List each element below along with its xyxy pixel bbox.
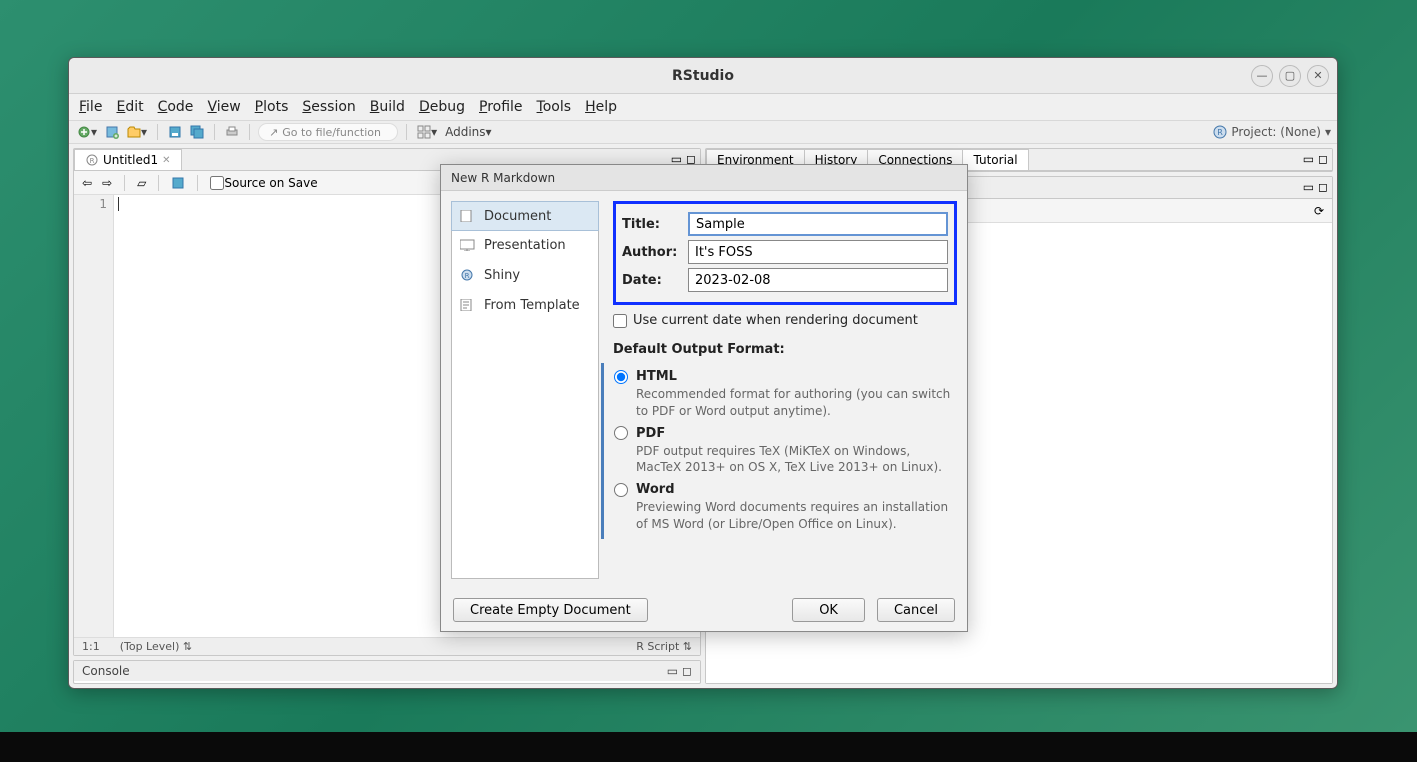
show-in-new-window-icon[interactable]: ▱ [135,174,148,192]
editor-status-bar: 1:1 (Top Level) ⇅ R Script ⇅ [74,637,700,655]
format-pdf-label: PDF [636,426,665,441]
shiny-icon: R [460,269,476,281]
menu-tools[interactable]: Tools [537,99,572,115]
document-icon [460,210,476,222]
save-icon[interactable] [166,123,184,141]
sidebar-item-template[interactable]: From Template [452,290,598,320]
template-icon [460,299,476,311]
new-file-icon[interactable]: ▾ [75,123,99,141]
format-html-label: HTML [636,369,677,384]
presentation-icon [460,239,476,251]
date-input[interactable] [688,268,948,292]
pane2-max-icon[interactable]: ◻ [1318,180,1328,194]
menu-session[interactable]: Session [302,99,355,115]
back-icon[interactable]: ⇦ [80,174,94,192]
new-project-icon[interactable] [103,123,121,141]
create-empty-button[interactable]: Create Empty Document [453,598,648,622]
dialog-title: New R Markdown [441,165,967,191]
title-input[interactable] [688,212,948,236]
format-pdf-radio[interactable] [614,426,628,440]
format-word-radio[interactable] [614,483,628,497]
menubar: File Edit Code View Plots Session Build … [69,94,1337,120]
r-project-icon: R [1213,125,1227,139]
format-html-radio[interactable] [614,370,628,384]
grid-icon[interactable]: ▾ [415,123,439,141]
sidebar-item-presentation[interactable]: Presentation [452,230,598,260]
format-word-desc: Previewing Word documents requires an in… [636,499,957,533]
file-type-indicator[interactable]: R Script ⇅ [636,640,692,653]
print-icon[interactable] [223,123,241,141]
use-current-date-checkbox[interactable] [613,314,627,328]
pane2-min-icon[interactable]: ▭ [1303,180,1314,194]
console-max-icon[interactable]: ◻ [682,664,692,678]
menu-plots[interactable]: Plots [255,99,289,115]
project-label: Project: (None) [1231,125,1321,139]
r-file-icon: R [85,153,99,167]
format-word-label: Word [636,482,675,497]
goto-placeholder: Go to file/function [282,126,381,139]
refresh-icon[interactable]: ⟳ [1312,202,1326,220]
scope-indicator[interactable]: (Top Level) ⇅ [120,640,192,653]
cancel-button[interactable]: Cancel [877,598,955,622]
sidebar-item-document[interactable]: Document [451,201,599,231]
cursor-position: 1:1 [82,640,100,653]
author-input[interactable] [688,240,948,264]
goto-file-input[interactable]: ↗ Go to file/function [258,123,398,141]
menu-file[interactable]: File [79,99,102,115]
menu-help[interactable]: Help [585,99,617,115]
maximize-button[interactable]: ▢ [1279,65,1301,87]
editor-tab[interactable]: R Untitled1 ✕ [74,149,182,170]
forward-icon[interactable]: ⇨ [100,174,114,192]
format-html-desc: Recommended format for authoring (you ca… [636,386,957,420]
svg-text:R: R [1218,128,1224,137]
dialog-sidebar: Document Presentation R Shiny From Templ… [451,201,599,579]
close-tab-icon[interactable]: ✕ [162,155,170,166]
menu-debug[interactable]: Debug [419,99,465,115]
pane-min-icon[interactable]: ▭ [1303,152,1314,166]
menu-build[interactable]: Build [370,99,405,115]
menu-code[interactable]: Code [158,99,194,115]
close-button[interactable]: ✕ [1307,65,1329,87]
use-current-date-label: Use current date when rendering document [633,313,918,328]
main-toolbar: ▾ ▾ ↗ Go to file/function ▾ Addins ▾ R P… [69,120,1337,144]
minimize-button[interactable]: — [1251,65,1273,87]
source-on-save-checkbox[interactable]: Source on Save [208,174,319,192]
titlebar: RStudio — ▢ ✕ [69,58,1337,94]
project-selector[interactable]: R Project: (None) ▾ [1213,125,1331,139]
console-tab[interactable]: Console [82,664,130,678]
highlighted-fields-box: Title: Author: Date: [613,201,957,305]
menu-profile[interactable]: Profile [479,99,523,115]
line-gutter: 1 [74,195,114,637]
format-pdf-desc: PDF output requires TeX (MiKTeX on Windo… [636,443,957,477]
save-doc-icon[interactable] [169,174,187,192]
menu-edit[interactable]: Edit [116,99,143,115]
addins-dropdown[interactable]: Addins ▾ [443,123,493,141]
save-all-icon[interactable] [188,123,206,141]
console-min-icon[interactable]: ▭ [667,664,678,678]
output-format-heading: Default Output Format: [613,342,957,357]
pane-max-icon[interactable]: ◻ [1318,152,1328,166]
ok-button[interactable]: OK [792,598,865,622]
tab-tutorial[interactable]: Tutorial [962,149,1028,170]
open-file-icon[interactable]: ▾ [125,123,149,141]
goto-arrow-icon: ↗ [269,126,278,139]
new-rmarkdown-dialog: New R Markdown Document Presentation R S… [440,164,968,632]
svg-text:R: R [465,272,470,280]
author-label: Author: [622,245,688,260]
menu-view[interactable]: View [207,99,240,115]
date-label: Date: [622,273,688,288]
window-title: RStudio [672,68,734,84]
sidebar-item-shiny[interactable]: R Shiny [452,260,598,290]
editor-tab-label: Untitled1 [103,153,158,167]
svg-text:R: R [90,157,95,165]
title-label: Title: [622,217,688,232]
